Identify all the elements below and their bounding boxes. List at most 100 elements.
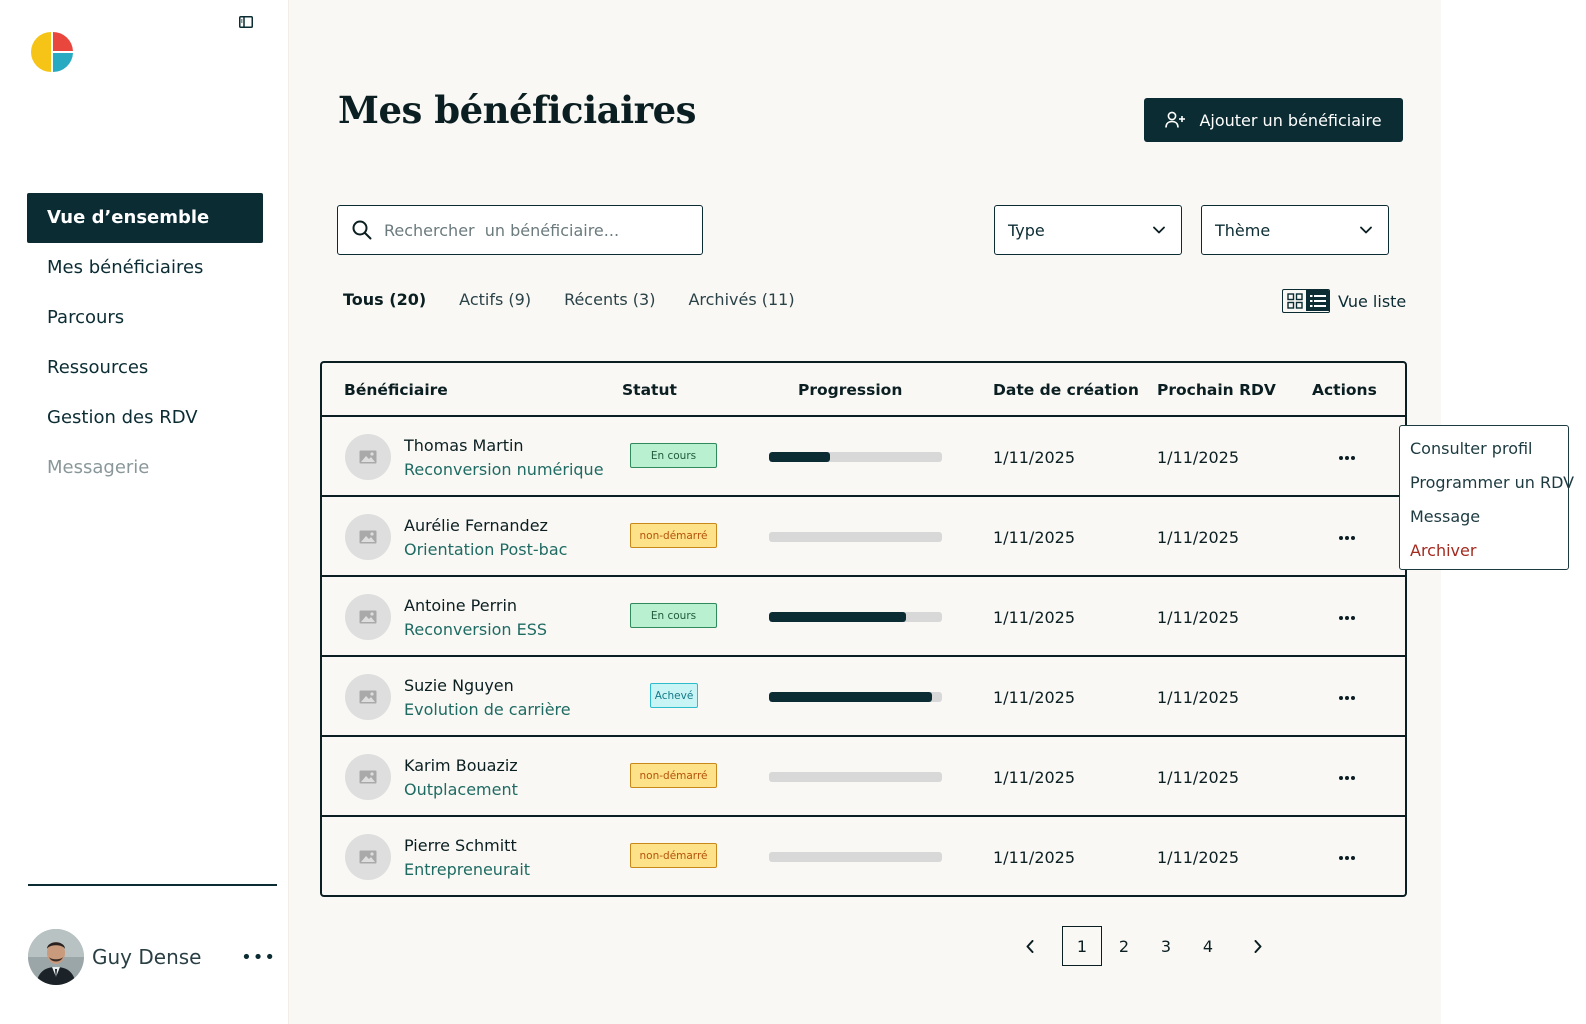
col-beneficiary[interactable]: Bénéficiaire [344,381,448,399]
beneficiary-name[interactable]: Thomas Martin [404,436,524,455]
beneficiary-name[interactable]: Aurélie Fernandez [404,516,548,535]
sidebar-nav: Vue d’ensemble Mes bénéficiaires Parcour… [27,193,263,493]
menu-schedule-rdv[interactable]: Programmer un RDV [1410,466,1574,500]
menu-view-profile[interactable]: Consulter profil [1410,432,1568,466]
next-rdv-date: 1/11/2025 [1157,608,1240,627]
filter-tabs: Tous (20) Actifs (9) Récents (3) Archivé… [343,290,828,309]
avatar [345,594,391,640]
table-row[interactable]: Pierre Schmitt Entrepreneurait non-démarré… [322,817,1405,895]
user-plus-icon [1165,111,1186,128]
table-row[interactable]: Antoine Perrin Reconversion ESS En cours 1/… [322,577,1405,657]
more-icon[interactable] [1338,605,1356,626]
user-name: Guy Dense [92,945,202,969]
beneficiary-track: Evolution de carrière [404,700,571,719]
image-placeholder-icon [359,770,377,784]
chevron-left-icon[interactable] [1020,926,1040,966]
page-3[interactable]: 3 [1146,926,1186,966]
progress-bar [769,532,942,542]
chevron-down-icon [1153,226,1165,234]
status-badge: non-démarré [630,763,717,788]
tab-all[interactable]: Tous (20) [343,290,426,309]
search-box[interactable] [337,205,703,255]
more-icon[interactable] [1338,765,1356,786]
image-placeholder-icon [359,610,377,624]
sidebar-item-overview[interactable]: Vue d’ensemble [27,193,263,243]
creation-date: 1/11/2025 [993,848,1076,867]
col-status[interactable]: Statut [622,381,677,399]
col-next-rdv[interactable]: Prochain RDV [1157,381,1276,399]
beneficiary-track: Orientation Post-bac [404,540,568,559]
more-icon[interactable] [1338,525,1356,546]
avatar [345,754,391,800]
page-4[interactable]: 4 [1188,926,1228,966]
beneficiary-track: Outplacement [404,780,518,799]
avatar[interactable] [28,929,84,985]
tab-recent[interactable]: Récents (3) [564,290,655,309]
status-badge: Achevé [650,683,698,708]
menu-archive[interactable]: Archiver [1410,534,1568,568]
beneficiary-name[interactable]: Antoine Perrin [404,596,517,615]
sidebar-toggle-icon[interactable] [239,13,255,28]
creation-date: 1/11/2025 [993,688,1076,707]
beneficiary-track: Entrepreneurait [404,860,531,879]
progress-bar [769,612,942,622]
sidebar-item-beneficiaries[interactable]: Mes bénéficiaires [27,243,263,293]
avatar [345,514,391,560]
creation-date: 1/11/2025 [993,608,1076,627]
page-title: Mes bénéficiaires [338,88,697,132]
main-content: Mes bénéficiaires Ajouter un bénéficiair… [289,0,1441,1024]
tab-archived[interactable]: Archivés (11) [688,290,794,309]
sidebar-item-messaging[interactable]: Messagerie [27,443,263,493]
progress-bar [769,692,942,702]
app-logo[interactable] [30,30,74,74]
add-beneficiary-button[interactable]: Ajouter un bénéficiaire [1144,98,1403,142]
page-1[interactable]: 1 [1062,926,1102,966]
progress-fill [769,612,906,622]
menu-message[interactable]: Message [1410,500,1568,534]
image-placeholder-icon [359,530,377,544]
search-input[interactable] [384,220,684,240]
user-profile[interactable]: Guy Dense ••• [28,929,278,985]
sidebar-item-parcours[interactable]: Parcours [27,293,263,343]
beneficiary-name[interactable]: Karim Bouaziz [404,756,518,775]
avatar [345,834,391,880]
theme-select[interactable]: Thème [1201,205,1389,255]
progress-bar [769,772,942,782]
sidebar-item-appointments[interactable]: Gestion des RDV [27,393,263,443]
more-icon[interactable] [1338,845,1356,866]
view-toggle[interactable]: Vue liste [1282,289,1406,313]
col-progress[interactable]: Progression [798,381,902,399]
progress-fill [769,692,932,702]
status-badge: En cours [630,603,717,628]
chevron-right-icon[interactable] [1248,926,1268,966]
type-select-label: Type [1008,220,1045,240]
sidebar-divider [28,884,277,886]
avatar [345,674,391,720]
beneficiary-name[interactable]: Pierre Schmitt [404,836,517,855]
more-icon[interactable] [1338,685,1356,706]
table-row[interactable]: Suzie Nguyen Evolution de carrière Achevé 1… [322,657,1405,737]
table-row[interactable]: Karim Bouaziz Outplacement non-démarré 1/11… [322,737,1405,817]
table-row[interactable]: Aurélie Fernandez Orientation Post-bac non… [322,497,1405,577]
table-row[interactable]: Thomas Martin Reconversion numérique En co… [322,417,1405,497]
col-created[interactable]: Date de création [993,381,1139,399]
page-2[interactable]: 2 [1104,926,1144,966]
tab-active[interactable]: Actifs (9) [459,290,531,309]
next-rdv-date: 1/11/2025 [1157,688,1240,707]
user-more-icon[interactable]: ••• [241,947,276,968]
type-select[interactable]: Type [994,205,1182,255]
next-rdv-date: 1/11/2025 [1157,528,1240,547]
beneficiary-track: Reconversion numérique [404,460,604,479]
status-badge: non-démarré [630,843,717,868]
more-icon[interactable] [1338,445,1356,466]
list-view-icon[interactable] [1306,290,1329,311]
sidebar: Vue d’ensemble Mes bénéficiaires Parcour… [0,0,289,1024]
sidebar-item-resources[interactable]: Ressources [27,343,263,393]
grid-view-icon[interactable] [1283,290,1306,311]
next-rdv-date: 1/11/2025 [1157,768,1240,787]
beneficiaries-table: Bénéficiaire Statut Progression Date de … [320,361,1407,897]
theme-select-label: Thème [1215,220,1271,240]
beneficiary-name[interactable]: Suzie Nguyen [404,676,514,695]
creation-date: 1/11/2025 [993,528,1076,547]
pagination: 1 2 3 4 [1020,926,1268,966]
